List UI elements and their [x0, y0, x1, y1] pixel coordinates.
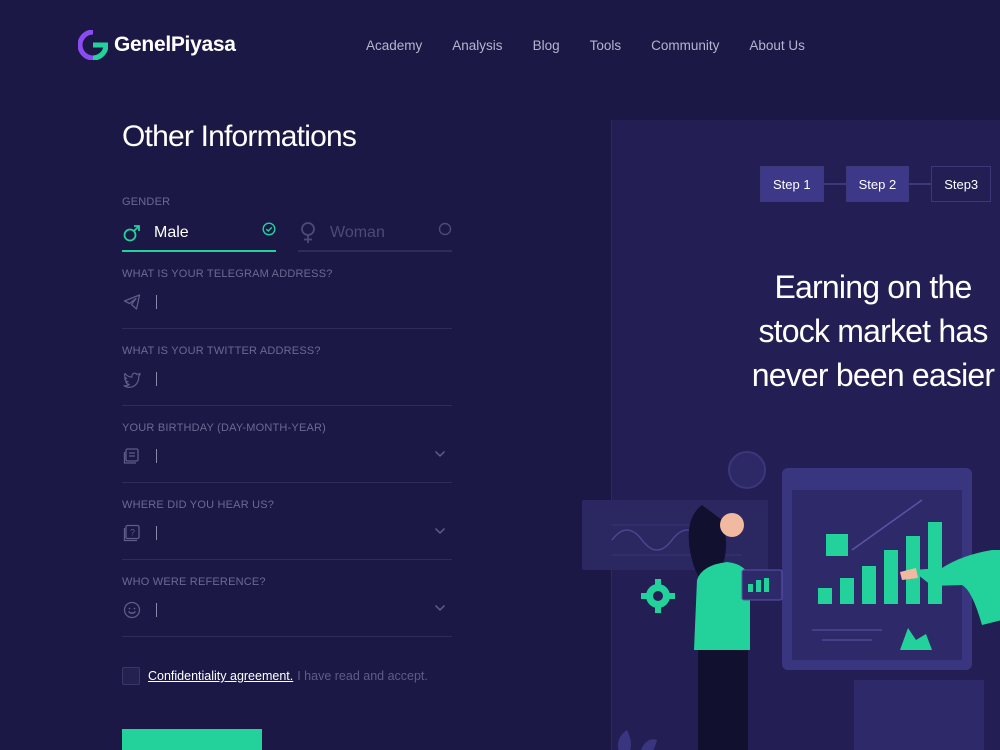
- hero-headline: Earning on the stock market has never be…: [751, 269, 995, 393]
- illustration: [582, 451, 1000, 750]
- gender-group: GENDER Male Woman: [122, 196, 452, 252]
- nav-analysis[interactable]: Analysis: [452, 38, 502, 53]
- agreement-checkbox[interactable]: [122, 667, 140, 685]
- calendar-icon: [122, 446, 142, 466]
- twitter-input[interactable]: [156, 372, 157, 386]
- source-field: WHERE DID YOU HEAR US? ?: [122, 483, 452, 560]
- step-3[interactable]: Step3: [931, 166, 992, 202]
- nav-about-us[interactable]: About Us: [749, 38, 805, 53]
- logo[interactable]: GenelPiyasa: [78, 30, 236, 60]
- telegram-icon: [122, 292, 142, 312]
- gender-female-label: Woman: [330, 224, 385, 241]
- birthday-input[interactable]: [156, 449, 157, 463]
- source-select[interactable]: [156, 526, 157, 540]
- promo-panel: Step 1 Step 2 Step3 Earning on the stock…: [582, 120, 1000, 750]
- gender-label: GENDER: [122, 196, 171, 208]
- info-form: Other Informations GENDER Male Woman WHA…: [122, 120, 452, 637]
- gender-female-option[interactable]: Woman: [298, 216, 452, 252]
- source-label: WHERE DID YOU HEAR US?: [122, 499, 275, 511]
- nav-academy[interactable]: Academy: [366, 38, 422, 53]
- telegram-label: WHAT IS YOUR TELEGRAM ADDRESS?: [122, 268, 333, 280]
- step-connector: [823, 183, 846, 185]
- header: GenelPiyasa Academy Analysis Blog Tools …: [0, 0, 1000, 92]
- female-icon: [301, 222, 315, 243]
- step-1[interactable]: Step 1: [760, 166, 824, 202]
- radio-empty-icon: [438, 222, 452, 236]
- gender-male-label: Male: [154, 224, 189, 241]
- birthday-field: YOUR BIRTHDAY (DAY-MONTH-YEAR): [122, 406, 452, 483]
- twitter-label: WHAT IS YOUR TWITTER ADDRESS?: [122, 345, 321, 357]
- twitter-icon: [122, 369, 142, 389]
- telegram-input[interactable]: [156, 295, 157, 309]
- main-nav: Academy Analysis Blog Tools Community Ab…: [366, 38, 835, 53]
- birthday-label: YOUR BIRTHDAY (DAY-MONTH-YEAR): [122, 422, 327, 434]
- svg-text:?: ?: [130, 528, 135, 538]
- nav-blog[interactable]: Blog: [533, 38, 560, 53]
- gear-icon: [641, 579, 675, 613]
- twitter-field: WHAT IS YOUR TWITTER ADDRESS?: [122, 329, 452, 406]
- nav-tools[interactable]: Tools: [590, 38, 622, 53]
- check-circle-icon: [262, 222, 276, 236]
- reference-field: WHO WERE REFERENCE?: [122, 560, 452, 637]
- brand-name: GenelPiyasa: [114, 33, 236, 56]
- step-connector: [909, 183, 932, 185]
- agreement-row: Confidentiality agreement. I have read a…: [122, 667, 462, 685]
- confidentiality-link[interactable]: Confidentiality agreement.: [148, 669, 293, 683]
- male-icon: [123, 225, 140, 242]
- step-2[interactable]: Step 2: [845, 166, 910, 202]
- step-indicator: Step 1 Step 2 Step3: [760, 166, 992, 202]
- telegram-field: WHAT IS YOUR TELEGRAM ADDRESS?: [122, 252, 452, 329]
- chevron-down-icon[interactable]: [434, 450, 446, 458]
- nav-community[interactable]: Community: [651, 38, 719, 53]
- agreement-text: I have read and accept.: [297, 669, 428, 683]
- submit-button[interactable]: [122, 729, 262, 750]
- question-icon: ?: [122, 523, 142, 543]
- logo-icon: [78, 30, 108, 60]
- page-title: Other Informations: [122, 120, 357, 153]
- smiley-icon: [122, 600, 142, 620]
- reference-select[interactable]: [156, 603, 157, 617]
- chevron-down-icon[interactable]: [434, 527, 446, 535]
- gender-male-option[interactable]: Male: [122, 216, 276, 252]
- reference-label: WHO WERE REFERENCE?: [122, 576, 266, 588]
- chevron-down-icon[interactable]: [434, 604, 446, 612]
